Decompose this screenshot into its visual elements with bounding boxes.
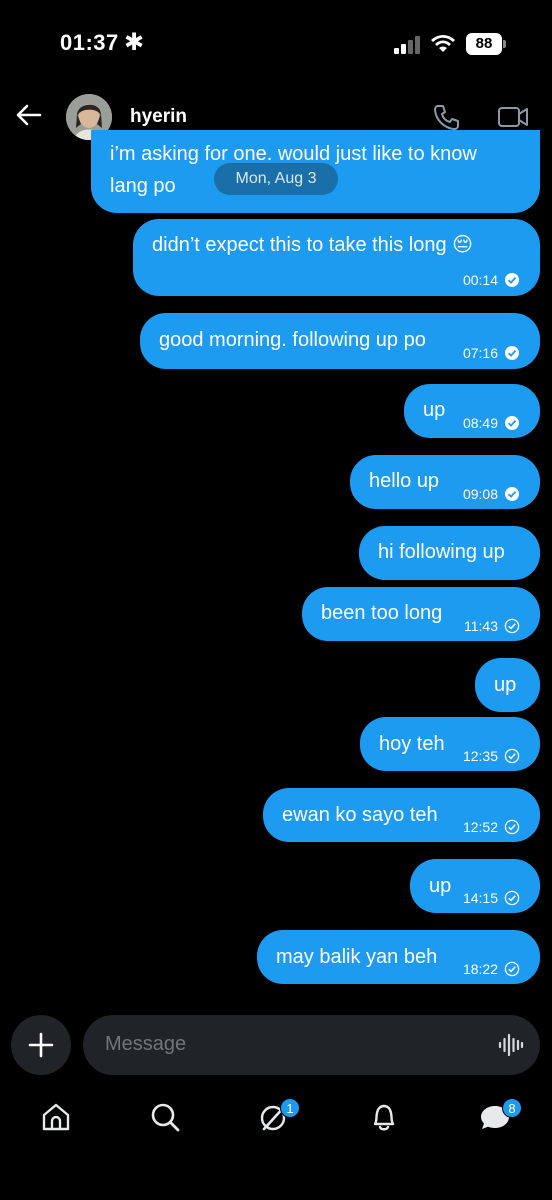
status-bar: 01:37 ✱ 88 bbox=[0, 0, 552, 92]
message-bubble[interactable]: up bbox=[475, 658, 540, 712]
message-input[interactable]: Message bbox=[83, 1015, 540, 1075]
message-bubble[interactable]: hello up 09:08 bbox=[350, 455, 540, 509]
message-text: good morning. following up po bbox=[159, 329, 426, 351]
sent-check-icon bbox=[504, 819, 520, 835]
message-meta: 18:22 bbox=[463, 954, 520, 984]
message-meta: 12:52 bbox=[463, 812, 520, 842]
read-check-icon bbox=[505, 273, 519, 287]
message-time: 14:15 bbox=[462, 890, 498, 906]
message-time: 12:35 bbox=[462, 748, 498, 764]
add-attachment-button[interactable] bbox=[11, 1015, 71, 1075]
video-icon[interactable] bbox=[497, 102, 529, 132]
status-time: 01:37 bbox=[60, 30, 119, 55]
message-time: 07:16 bbox=[462, 345, 498, 361]
message-text: lang po bbox=[110, 175, 176, 197]
message-time: 11:43 bbox=[464, 618, 498, 634]
notifications-icon[interactable] bbox=[368, 1101, 400, 1133]
message-text: hello up bbox=[369, 470, 440, 492]
sent-check-icon bbox=[504, 618, 520, 634]
read-check-icon bbox=[505, 416, 519, 430]
wifi-icon bbox=[431, 35, 455, 52]
message-bubble[interactable]: hoy teh 12:35 bbox=[360, 717, 540, 771]
message-bubble[interactable]: up 08:49 bbox=[404, 384, 540, 438]
message-text: up bbox=[429, 875, 452, 897]
status-indicator: ✱ bbox=[124, 29, 145, 56]
search-icon[interactable] bbox=[149, 1101, 181, 1133]
message-time: 18:22 bbox=[462, 961, 498, 977]
date-separator: Mon, Aug 3 bbox=[214, 163, 338, 195]
message-text: didn’t expect this to take this long 😔 bbox=[152, 234, 474, 256]
message-time: 09:08 bbox=[462, 486, 498, 502]
voice-message-icon[interactable] bbox=[498, 1032, 524, 1058]
bottom-navigation: 1 8 bbox=[0, 1095, 552, 1145]
signal-icon bbox=[394, 36, 422, 54]
message-text: up bbox=[423, 399, 446, 421]
sent-check-icon bbox=[504, 890, 520, 906]
message-bubble[interactable]: may balik yan beh 18:22 bbox=[257, 930, 540, 984]
message-time: 08:49 bbox=[462, 415, 498, 431]
messages-badge: 8 bbox=[502, 1098, 522, 1118]
message-meta: 07:16 bbox=[463, 338, 520, 368]
message-bubble[interactable]: good morning. following up po 07:16 bbox=[140, 313, 540, 369]
read-check-icon bbox=[505, 346, 519, 360]
phone-icon[interactable] bbox=[432, 102, 462, 132]
message-bubble[interactable]: ewan ko sayo teh 12:52 bbox=[263, 788, 540, 842]
message-placeholder: Message bbox=[105, 1033, 187, 1055]
message-meta: 08:49 bbox=[463, 408, 520, 438]
message-text: hi following up bbox=[378, 541, 505, 563]
read-check-icon bbox=[505, 487, 519, 501]
sent-check-icon bbox=[504, 961, 520, 977]
message-text: hoy teh bbox=[379, 733, 445, 755]
contact-name[interactable]: hyerin bbox=[130, 106, 187, 128]
message-bubble[interactable]: hi following up bbox=[359, 526, 540, 580]
battery-indicator: 88 bbox=[466, 33, 502, 55]
message-meta: 14:15 bbox=[463, 883, 520, 913]
battery-tip bbox=[503, 40, 506, 48]
sent-check-icon bbox=[504, 748, 520, 764]
message-bubble[interactable]: didn’t expect this to take this long 😔 0… bbox=[133, 219, 540, 296]
message-text: may balik yan beh bbox=[276, 946, 438, 968]
grok-badge: 1 bbox=[280, 1098, 300, 1118]
message-meta: 11:43 bbox=[464, 611, 520, 641]
message-meta: 09:08 bbox=[463, 479, 520, 509]
plus-icon bbox=[28, 1032, 54, 1058]
message-meta: 00:14 bbox=[463, 265, 520, 295]
message-text: been too long bbox=[321, 602, 443, 624]
message-time: 00:14 bbox=[462, 272, 498, 288]
message-time: 12:52 bbox=[462, 819, 498, 835]
home-icon[interactable] bbox=[40, 1101, 72, 1133]
back-arrow-icon[interactable] bbox=[14, 100, 44, 130]
message-bubble[interactable]: been too long 11:43 bbox=[302, 587, 540, 641]
message-text: up bbox=[494, 674, 517, 696]
message-bubble[interactable]: up 14:15 bbox=[410, 859, 540, 913]
message-meta: 12:35 bbox=[463, 741, 520, 771]
message-text: ewan ko sayo teh bbox=[282, 804, 438, 826]
